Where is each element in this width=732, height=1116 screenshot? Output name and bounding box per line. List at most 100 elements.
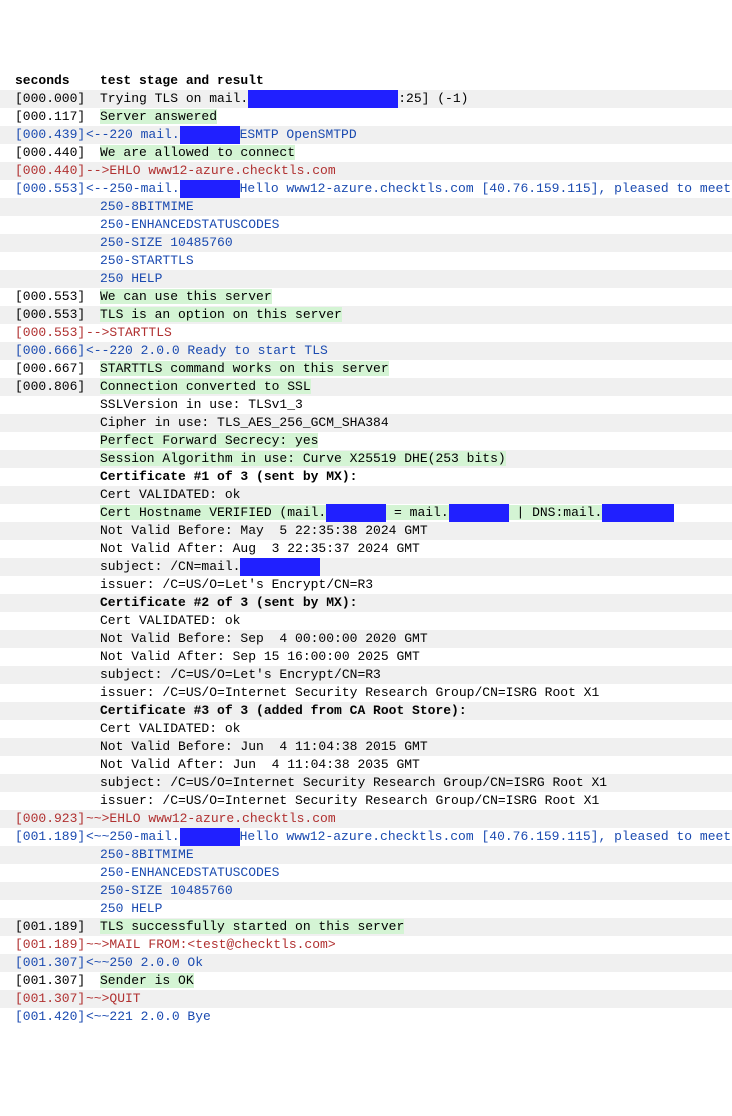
result-cell: <--220 mail. ESMTP OpenSMTPD xyxy=(86,126,717,144)
result-cell: issuer: /C=US/O=Internet Security Resear… xyxy=(100,792,717,810)
log-row: [001.189]<~~250-mail. Hello www12-azure.… xyxy=(0,828,732,846)
result-cell: Cert Hostname VERIFIED (mail. = mail. | … xyxy=(100,504,717,522)
log-text: <~~250 2.0.0 Ok xyxy=(86,955,203,970)
log-row: [000.439]<--220 mail. ESMTP OpenSMTPD xyxy=(0,126,732,144)
log-text: :25] (-1) xyxy=(398,91,468,106)
seconds-cell: [000.440] xyxy=(15,162,86,180)
log-row: subject: /C=US/O=Internet Security Resea… xyxy=(0,774,732,792)
result-cell: -->EHLO www12-azure.checktls.com xyxy=(86,162,717,180)
seconds-cell xyxy=(15,882,100,900)
log-row: [000.440]We are allowed to connect xyxy=(0,144,732,162)
log-row: Certificate #2 of 3 (sent by MX): xyxy=(0,594,732,612)
log-row: 250-SIZE 10485760 xyxy=(0,234,732,252)
log-text: Not Valid After: Aug 3 22:35:37 2024 GMT xyxy=(100,541,420,556)
seconds-cell xyxy=(15,846,100,864)
log-text: ~~>MAIL FROM:<test@checktls.com> xyxy=(86,937,336,952)
log-text: 250-SIZE 10485760 xyxy=(100,235,233,250)
log-text: subject: /C=US/O=Internet Security Resea… xyxy=(100,775,607,790)
seconds-cell: [000.553] xyxy=(15,288,100,306)
log-row: Not Valid After: Sep 15 16:00:00 2025 GM… xyxy=(0,648,732,666)
log-row: subject: /C=US/O=Let's Encrypt/CN=R3 xyxy=(0,666,732,684)
log-row: 250 HELP xyxy=(0,900,732,918)
log-row: Cert VALIDATED: ok xyxy=(0,486,732,504)
log-text: Trying TLS on mail. xyxy=(100,91,248,106)
result-cell: Perfect Forward Secrecy: yes xyxy=(100,432,717,450)
log-text: Cert VALIDATED: ok xyxy=(100,613,240,628)
log-text: We are allowed to connect xyxy=(100,145,295,160)
seconds-cell xyxy=(15,864,100,882)
seconds-cell: [001.307] xyxy=(15,990,86,1008)
log-text: Hello www12-azure.checktls.com [40.76.15… xyxy=(240,829,732,844)
log-row: issuer: /C=US/O=Internet Security Resear… xyxy=(0,684,732,702)
result-cell: Cert VALIDATED: ok xyxy=(100,720,717,738)
log-text: TLS successfully started on this server xyxy=(100,919,404,934)
seconds-cell xyxy=(15,216,100,234)
result-cell: SSLVersion in use: TLSv1_3 xyxy=(100,396,717,414)
result-cell: Not Valid Before: Jun 4 11:04:38 2015 GM… xyxy=(100,738,717,756)
seconds-cell: [000.553] xyxy=(15,180,86,198)
seconds-cell xyxy=(15,558,100,576)
result-cell: issuer: /C=US/O=Let's Encrypt/CN=R3 xyxy=(100,576,717,594)
log-text: Hello www12-azure.checktls.com [40.76.15… xyxy=(240,181,732,196)
log-row: [001.420]<~~221 2.0.0 Bye xyxy=(0,1008,732,1026)
log-text: Cert VALIDATED: ok xyxy=(100,487,240,502)
seconds-cell xyxy=(15,270,100,288)
seconds-cell xyxy=(15,684,100,702)
seconds-cell xyxy=(15,594,100,612)
log-text: <--250-mail. xyxy=(86,181,180,196)
log-row: issuer: /C=US/O=Let's Encrypt/CN=R3 xyxy=(0,576,732,594)
log-row: 250-8BITMIME xyxy=(0,846,732,864)
seconds-cell: [000.666] xyxy=(15,342,86,360)
log-text: subject: /C=US/O=Let's Encrypt/CN=R3 xyxy=(100,667,381,682)
log-text: SSLVersion in use: TLSv1_3 xyxy=(100,397,303,412)
header-result: test stage and result xyxy=(100,72,717,90)
log-row: [000.440]-->EHLO www12-azure.checktls.co… xyxy=(0,162,732,180)
log-text: Not Valid Before: Sep 4 00:00:00 2020 GM… xyxy=(100,631,428,646)
result-cell: We can use this server xyxy=(100,288,717,306)
seconds-cell xyxy=(15,720,100,738)
log-text: TLS is an option on this server xyxy=(100,307,342,322)
log-text: Certificate #1 of 3 (sent by MX): xyxy=(100,469,357,484)
log-text: ~~>QUIT xyxy=(86,991,141,1006)
seconds-cell: [001.189] xyxy=(15,828,86,846)
log-text: 250-ENHANCEDSTATUSCODES xyxy=(100,217,279,232)
log-text: 250-STARTTLS xyxy=(100,253,194,268)
header-seconds: seconds xyxy=(15,72,100,90)
log-row: 250 HELP xyxy=(0,270,732,288)
log-text: Sender is OK xyxy=(100,973,194,988)
log-text: Connection converted to SSL xyxy=(100,379,311,394)
result-cell: TLS is an option on this server xyxy=(100,306,717,324)
log-text: | DNS:mail. xyxy=(509,505,603,520)
seconds-cell: [000.553] xyxy=(15,306,100,324)
log-row: Not Valid Before: Sep 4 00:00:00 2020 GM… xyxy=(0,630,732,648)
result-cell: Sender is OK xyxy=(100,972,717,990)
log-text: Not Valid After: Jun 4 11:04:38 2035 GMT xyxy=(100,757,420,772)
result-cell: subject: /C=US/O=Let's Encrypt/CN=R3 xyxy=(100,666,717,684)
log-row: Session Algorithm in use: Curve X25519 D… xyxy=(0,450,732,468)
seconds-cell xyxy=(15,900,100,918)
seconds-cell xyxy=(15,576,100,594)
log-row: [000.806]Connection converted to SSL xyxy=(0,378,732,396)
seconds-cell: [000.806] xyxy=(15,378,100,396)
log-row: [000.666]<--220 2.0.0 Ready to start TLS xyxy=(0,342,732,360)
log-text: -->STARTTLS xyxy=(86,325,172,340)
result-cell: <~~221 2.0.0 Bye xyxy=(86,1008,717,1026)
log-text: -->EHLO www12-azure.checktls.com xyxy=(86,163,336,178)
result-cell: Server answered xyxy=(100,108,717,126)
log-row: Cert VALIDATED: ok xyxy=(0,612,732,630)
result-cell: ~~>MAIL FROM:<test@checktls.com> xyxy=(86,936,717,954)
log-row: [001.189]~~>MAIL FROM:<test@checktls.com… xyxy=(0,936,732,954)
log-text: 250 HELP xyxy=(100,271,162,286)
result-cell: 250-STARTTLS xyxy=(100,252,717,270)
seconds-cell xyxy=(15,504,100,522)
log-text: 250 HELP xyxy=(100,901,162,916)
log-row: Cert VALIDATED: ok xyxy=(0,720,732,738)
log-text: <~~221 2.0.0 Bye xyxy=(86,1009,211,1024)
result-cell: Certificate #1 of 3 (sent by MX): xyxy=(100,468,717,486)
log-text: = mail. xyxy=(386,505,448,520)
log-text: 250-8BITMIME xyxy=(100,199,194,214)
log-text: Server answered xyxy=(100,109,217,124)
log-row: issuer: /C=US/O=Internet Security Resear… xyxy=(0,792,732,810)
seconds-cell xyxy=(15,468,100,486)
seconds-cell: [000.440] xyxy=(15,144,100,162)
